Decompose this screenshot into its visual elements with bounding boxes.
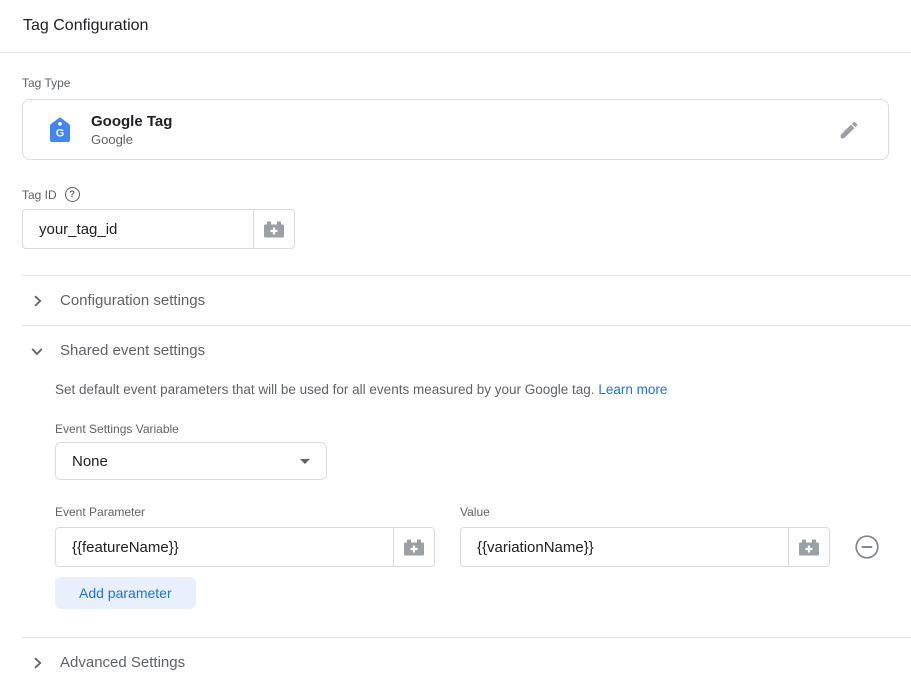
tag-id-input-group [22, 209, 295, 249]
pencil-icon [838, 119, 860, 141]
shared-description-text: Set default event parameters that will b… [55, 382, 598, 397]
section-configuration-settings-title: Configuration settings [60, 292, 205, 309]
google-tag-icon: G [49, 117, 71, 143]
page-title: Tag Configuration [23, 17, 148, 35]
tag-id-label-row: Tag ID ? [22, 187, 889, 202]
variable-brick-icon [799, 539, 819, 556]
learn-more-link[interactable]: Learn more [598, 382, 667, 397]
event-parameter-input-group [55, 527, 435, 567]
event-parameter-variable-picker-button[interactable] [393, 528, 434, 566]
event-settings-variable-label: Event Settings Variable [55, 422, 889, 436]
parameter-column-labels: Event Parameter Value [55, 505, 889, 519]
caret-down-icon [300, 459, 310, 464]
tag-type-card[interactable]: G Google Tag Google [22, 99, 889, 160]
tag-type-text: Google Tag Google [91, 113, 172, 147]
chevron-right-icon [30, 294, 44, 308]
event-parameter-input[interactable] [56, 528, 393, 566]
shared-description: Set default event parameters that will b… [55, 381, 889, 399]
tag-configuration-panel: Tag Configuration Tag Type G Google Tag … [0, 0, 911, 689]
shared-event-settings-body: Set default event parameters that will b… [22, 381, 889, 637]
section-advanced-settings-title: Advanced Settings [60, 654, 185, 671]
add-parameter-button[interactable]: Add parameter [55, 577, 196, 609]
help-icon[interactable]: ? [65, 187, 80, 202]
event-parameter-label: Event Parameter [55, 505, 460, 519]
tag-type-vendor: Google [91, 132, 172, 147]
tag-id-label: Tag ID [22, 188, 57, 202]
edit-tag-type-button[interactable] [834, 115, 864, 145]
minus-circle-icon [854, 534, 880, 560]
section-shared-event-settings[interactable]: Shared event settings [22, 325, 911, 375]
tag-id-input[interactable] [23, 210, 253, 248]
section-configuration-settings[interactable]: Configuration settings [22, 275, 911, 325]
remove-parameter-button[interactable] [854, 534, 880, 560]
variable-brick-icon [404, 539, 424, 556]
panel-header: Tag Configuration [0, 0, 911, 53]
tag-id-variable-picker-button[interactable] [253, 210, 294, 248]
section-shared-event-settings-title: Shared event settings [60, 342, 205, 359]
parameter-row [55, 527, 889, 567]
chevron-down-icon [30, 344, 44, 358]
value-variable-picker-button[interactable] [788, 528, 829, 566]
event-settings-variable-value: None [72, 453, 108, 470]
tag-type-name: Google Tag [91, 113, 172, 130]
chevron-right-icon [30, 656, 44, 670]
event-settings-variable-select[interactable]: None [55, 442, 327, 480]
variable-brick-icon [264, 221, 284, 238]
value-input[interactable] [461, 528, 788, 566]
value-label: Value [460, 505, 490, 519]
panel-content: Tag Type G Google Tag Google [0, 76, 911, 687]
section-advanced-settings[interactable]: Advanced Settings [22, 637, 911, 687]
tag-type-label: Tag Type [22, 76, 889, 90]
value-input-group [460, 527, 830, 567]
google-tag-monogram: G [56, 127, 65, 139]
